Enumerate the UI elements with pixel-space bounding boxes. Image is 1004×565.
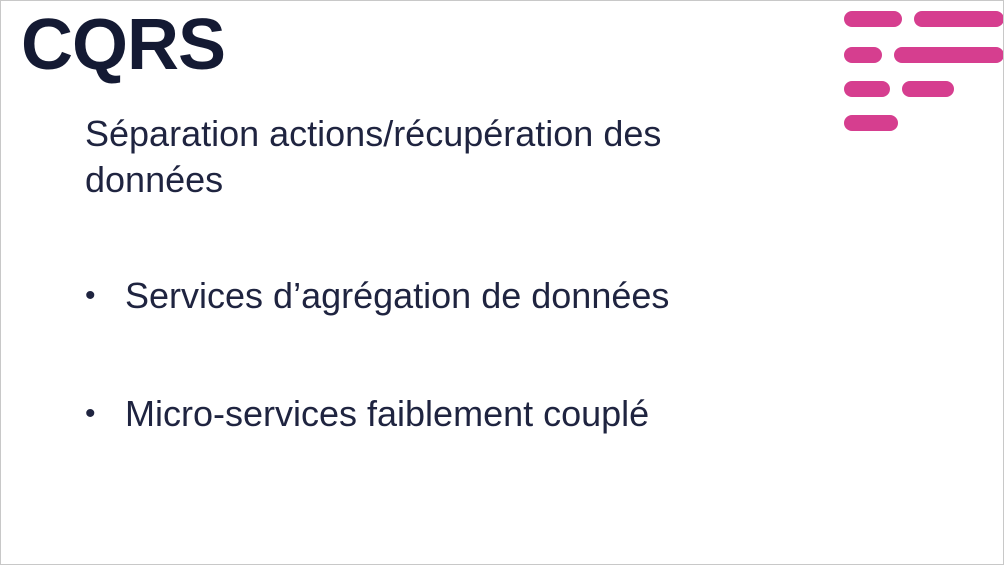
- logo-bar: [894, 47, 1003, 63]
- bullet-item: • Services d’agrégation de données: [85, 273, 669, 319]
- logo-bar: [844, 81, 890, 97]
- logo-bar: [844, 47, 882, 63]
- slide-title: CQRS: [21, 5, 226, 85]
- bullet-text: Services d’agrégation de données: [125, 275, 670, 316]
- bullet-dot-icon: •: [85, 279, 96, 312]
- logo-bar: [844, 115, 898, 131]
- bullet-text: Micro-services faiblement couplé: [125, 393, 650, 434]
- bullet-item: • Micro-services faiblement couplé: [85, 391, 669, 437]
- slide: CQRS Séparation actions/récupération des…: [0, 0, 1004, 565]
- bullet-list: • Services d’agrégation de données • Mic…: [85, 273, 669, 509]
- logo-bar: [844, 11, 902, 27]
- bullet-dot-icon: •: [85, 397, 96, 430]
- logo-bar: [914, 11, 1003, 27]
- slide-subtitle: Séparation actions/récupération des donn…: [85, 113, 662, 200]
- logo-bar: [902, 81, 954, 97]
- pink-bars-logo-icon: [844, 11, 1003, 133]
